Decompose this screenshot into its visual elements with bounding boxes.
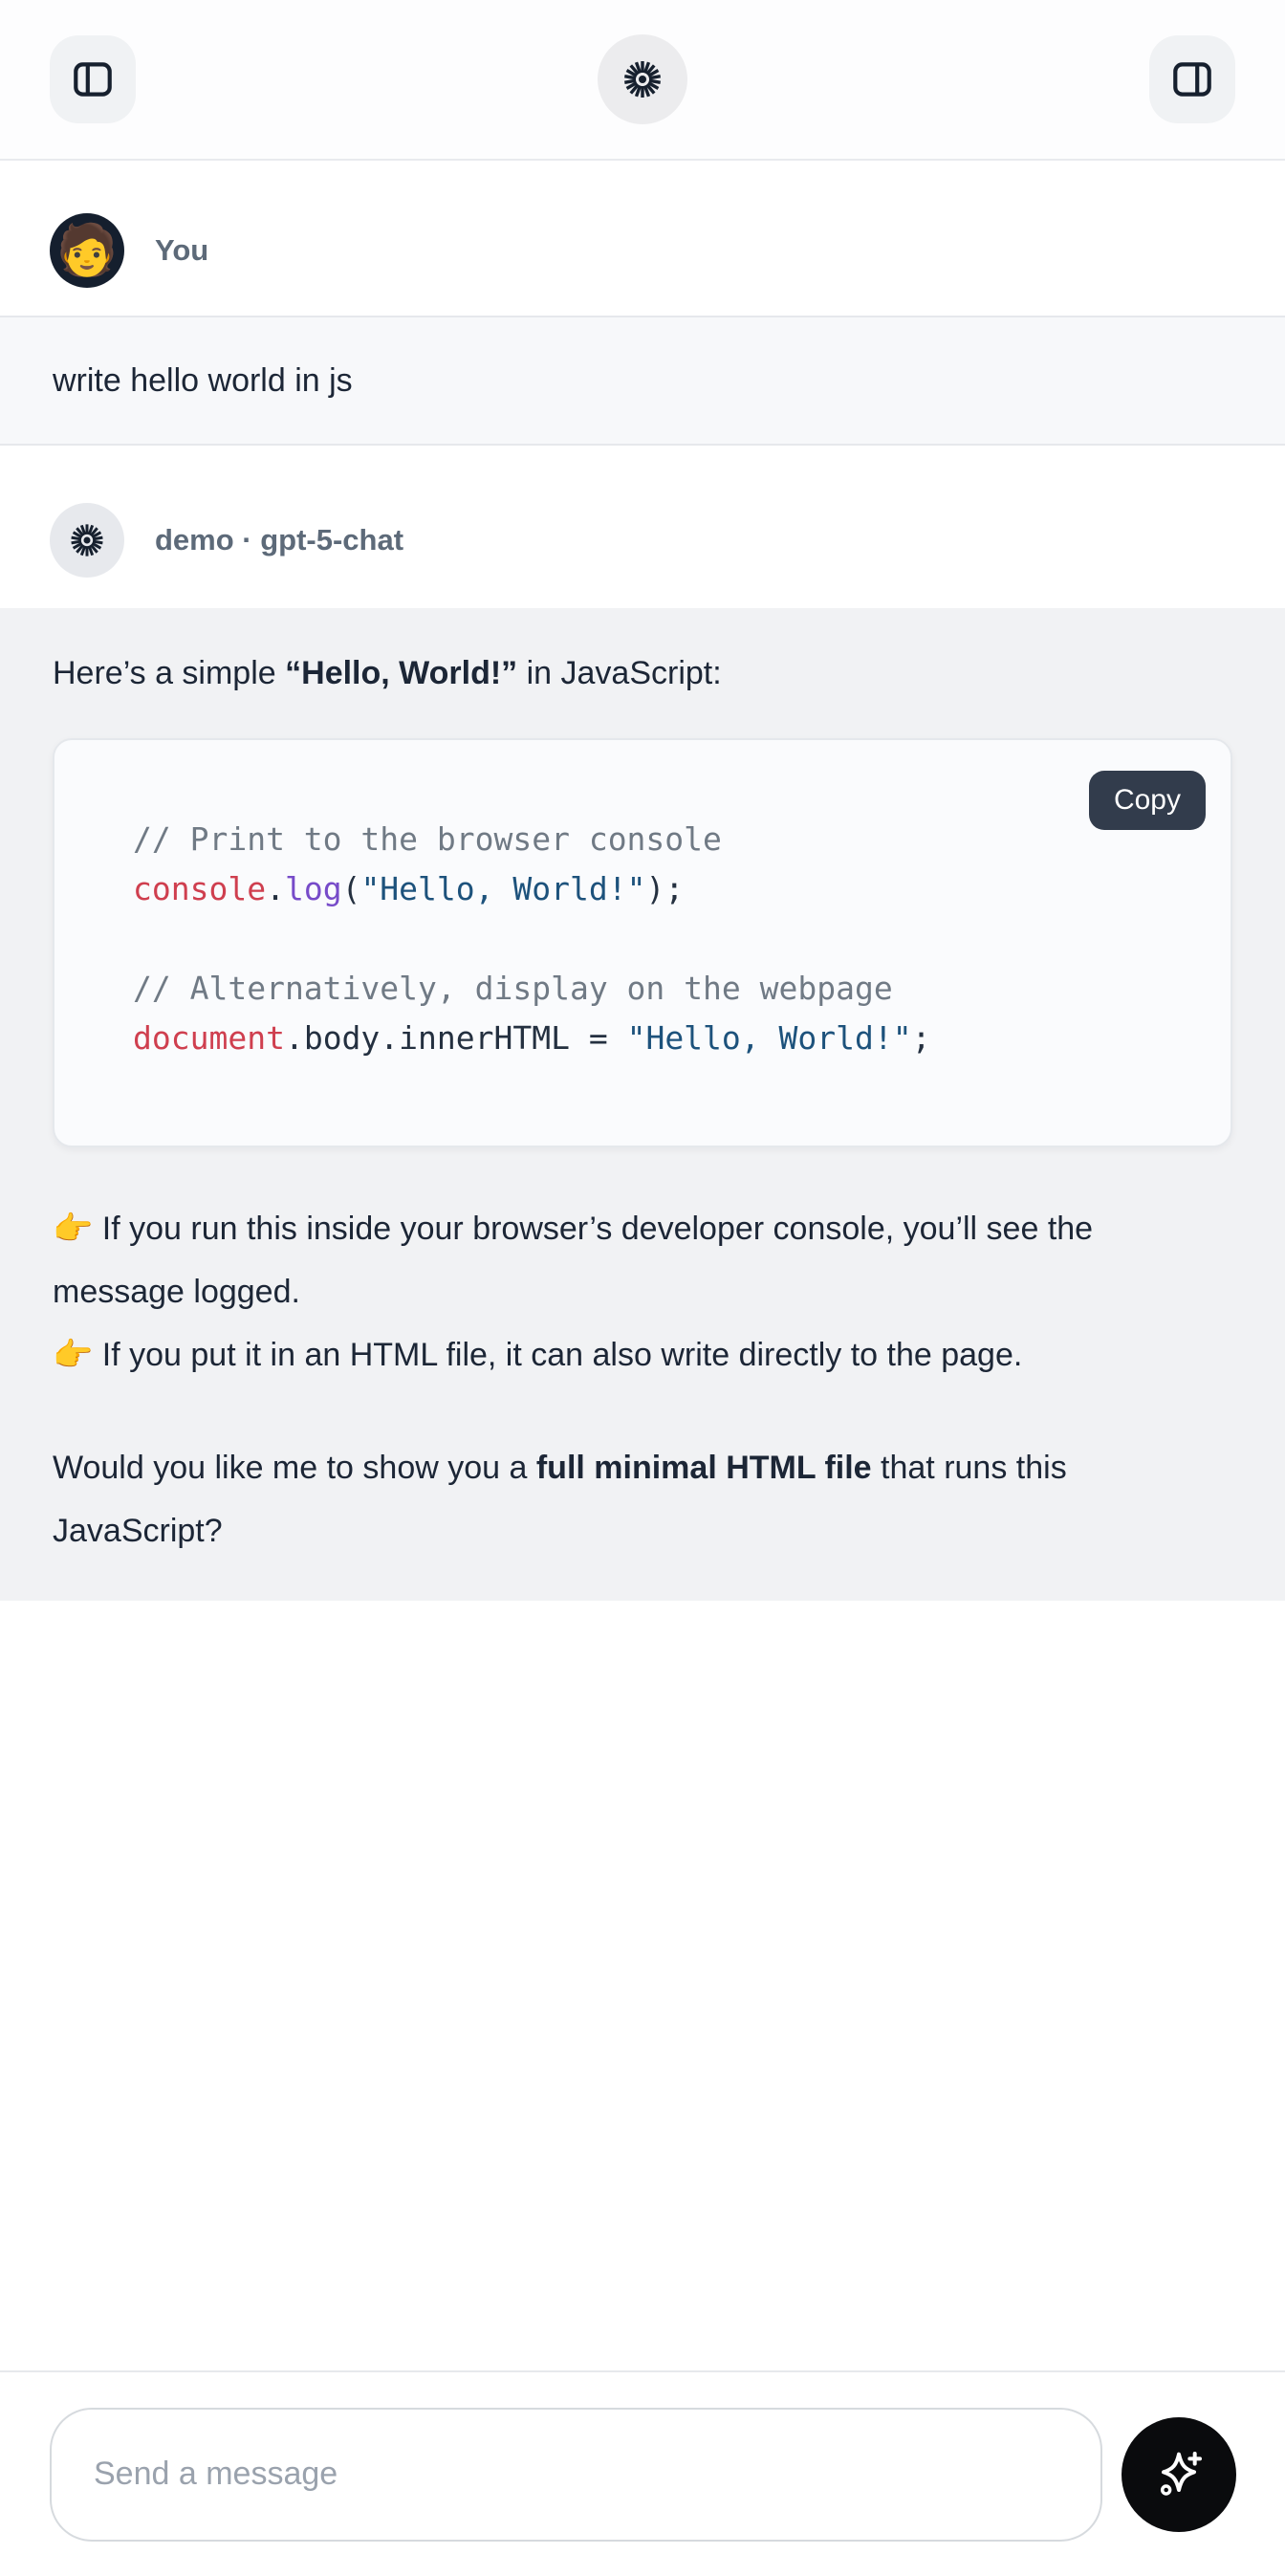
top-bar bbox=[0, 0, 1285, 161]
message-input[interactable] bbox=[50, 2408, 1102, 2542]
assistant-closing-question: Would you like me to show you a full min… bbox=[53, 1436, 1232, 1562]
sidebar-toggle-button[interactable] bbox=[50, 35, 136, 123]
panel-left-icon bbox=[69, 55, 117, 103]
code-block: Copy // Print to the browser consolecons… bbox=[53, 738, 1232, 1147]
user-author-name: You bbox=[155, 233, 208, 268]
intro-bold: “Hello, World!” bbox=[285, 655, 517, 691]
chat-empty-area bbox=[0, 1601, 1285, 2370]
assistant-avatar bbox=[50, 503, 124, 578]
code-line bbox=[133, 914, 1192, 964]
code-line: // Alternatively, display on the webpage bbox=[133, 964, 1192, 1014]
code-line: document.body.innerHTML = "Hello, World!… bbox=[133, 1014, 1192, 1063]
sparkle-icon bbox=[1148, 2444, 1209, 2505]
user-message-text: write hello world in js bbox=[53, 362, 353, 399]
closing-bold: full minimal HTML file bbox=[536, 1450, 872, 1486]
assistant-author-row: demo · gpt-5-chat bbox=[0, 503, 1285, 578]
starburst-avatar-icon bbox=[67, 520, 107, 560]
assistant-message: Here’s a simple “Hello, World!” in JavaS… bbox=[0, 608, 1285, 1601]
user-author-row: 🧑 You bbox=[0, 213, 1285, 288]
code-line: // Print to the browser console bbox=[133, 815, 1192, 864]
copy-code-button[interactable]: Copy bbox=[1089, 771, 1206, 830]
user-message: write hello world in js bbox=[0, 316, 1285, 446]
intro-prefix: Here’s a simple bbox=[53, 655, 285, 691]
user-avatar-emoji: 🧑 bbox=[56, 226, 119, 275]
assistant-tips: 👉 If you run this inside your browser’s … bbox=[53, 1197, 1232, 1386]
chat-app: 🧑 You write hello world in js bbox=[0, 0, 1285, 2576]
user-avatar: 🧑 bbox=[50, 213, 124, 288]
code-line: console.log("Hello, World!"); bbox=[133, 864, 1192, 914]
intro-suffix: in JavaScript: bbox=[517, 655, 722, 691]
starburst-logo-icon bbox=[620, 56, 665, 102]
closing-prefix: Would you like me to show you a bbox=[53, 1450, 536, 1486]
assistant-paragraph-1: 👉 If you run this inside your browser’s … bbox=[53, 1197, 1232, 1323]
right-panel-toggle-button[interactable] bbox=[1149, 35, 1235, 123]
assistant-paragraph-2: 👉 If you put it in an HTML file, it can … bbox=[53, 1323, 1232, 1386]
composer-bar bbox=[0, 2370, 1285, 2576]
assistant-author-name: demo · gpt-5-chat bbox=[155, 523, 403, 557]
logo-button[interactable] bbox=[598, 34, 687, 124]
send-button[interactable] bbox=[1122, 2417, 1236, 2532]
code-content: // Print to the browser consoleconsole.l… bbox=[133, 815, 1192, 1063]
assistant-intro: Here’s a simple “Hello, World!” in JavaS… bbox=[53, 652, 1232, 694]
panel-right-icon bbox=[1168, 55, 1216, 103]
